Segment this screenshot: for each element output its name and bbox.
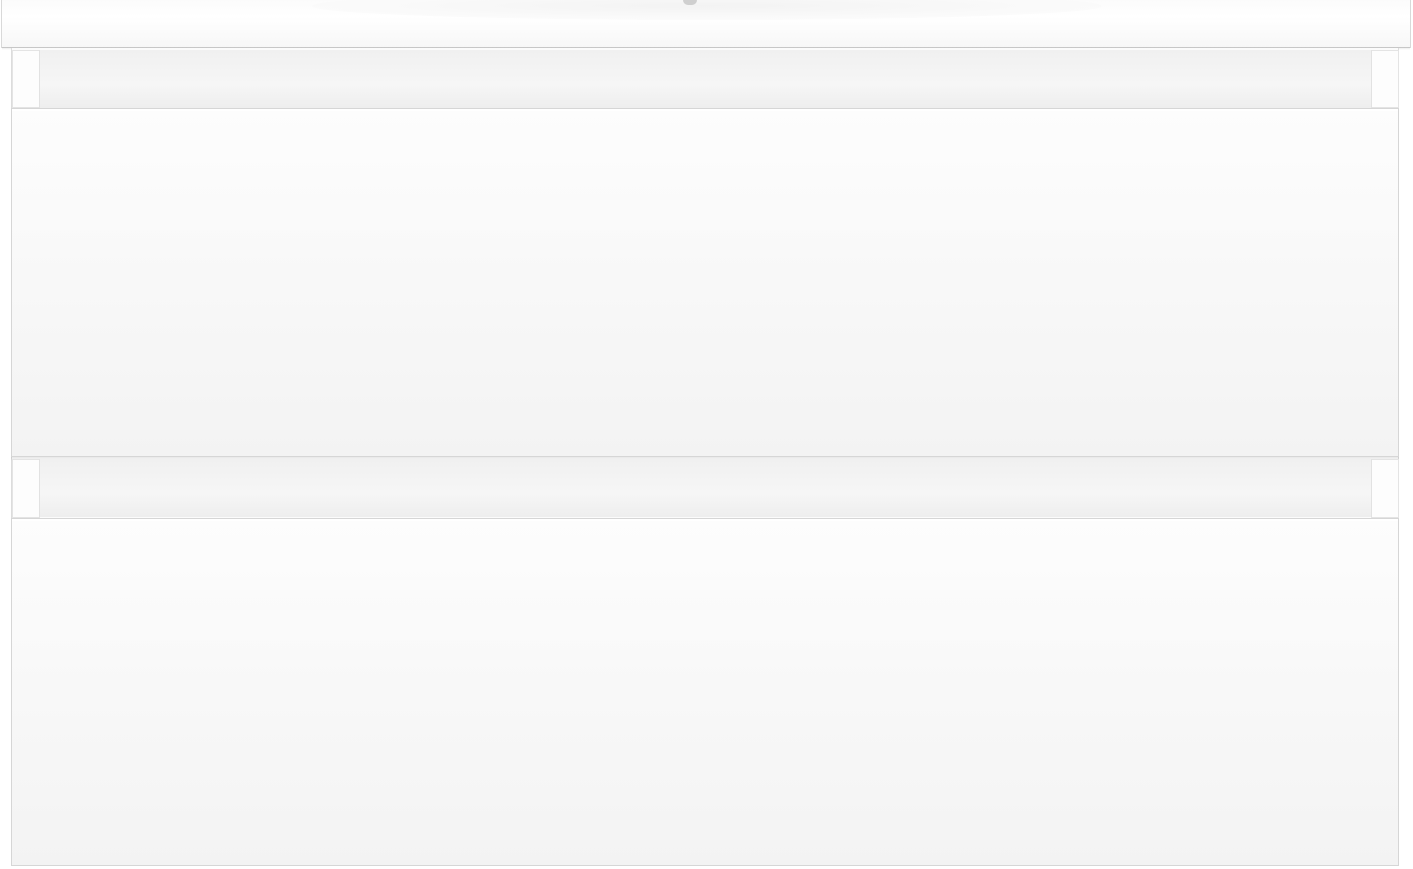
left-post-upper [12, 50, 40, 108]
handle-recess-upper [39, 50, 1372, 108]
drawer-bottom[interactable] [11, 518, 1399, 866]
sink-bowl [312, 0, 1102, 20]
left-post-lower [12, 459, 40, 518]
right-post-lower [1371, 459, 1399, 518]
drawer-top[interactable] [11, 108, 1399, 457]
vanity-unit-image [0, 0, 1413, 869]
handle-recess-lower [39, 459, 1372, 517]
basin-countertop [1, 0, 1411, 50]
right-post-upper [1371, 50, 1399, 108]
